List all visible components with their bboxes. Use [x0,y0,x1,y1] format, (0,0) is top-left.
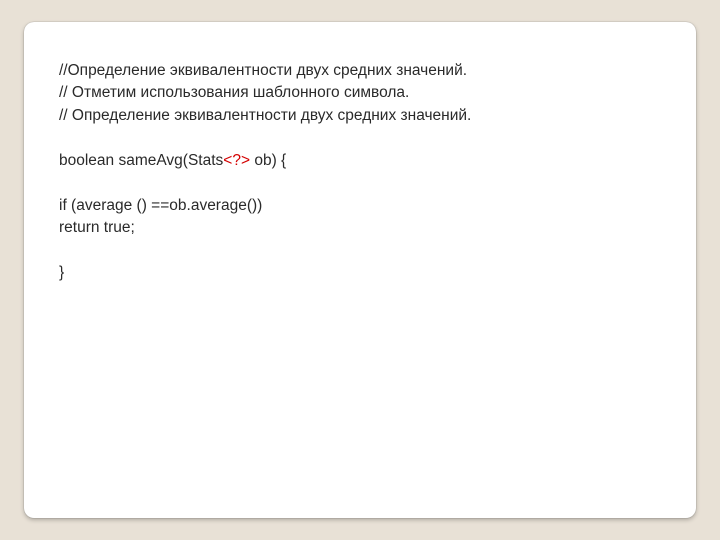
wildcard-token: <?> [223,152,250,169]
code-line-1: //Определение эквивалентности двух средн… [59,62,467,79]
code-line-7: } [59,264,64,281]
code-line-4a: boolean sameAvg(Stats [59,152,223,169]
code-line-4b: ob) { [250,152,286,169]
code-block: //Определение эквивалентности двух средн… [59,60,661,285]
code-line-6: return true; [59,219,135,236]
code-line-2: // Отметим использования шаблонного симв… [59,84,409,101]
slide-card: //Определение эквивалентности двух средн… [24,22,696,518]
code-line-5: if (average () ==ob.average()) [59,197,262,214]
code-line-3: // Определение эквивалентности двух сред… [59,107,471,124]
